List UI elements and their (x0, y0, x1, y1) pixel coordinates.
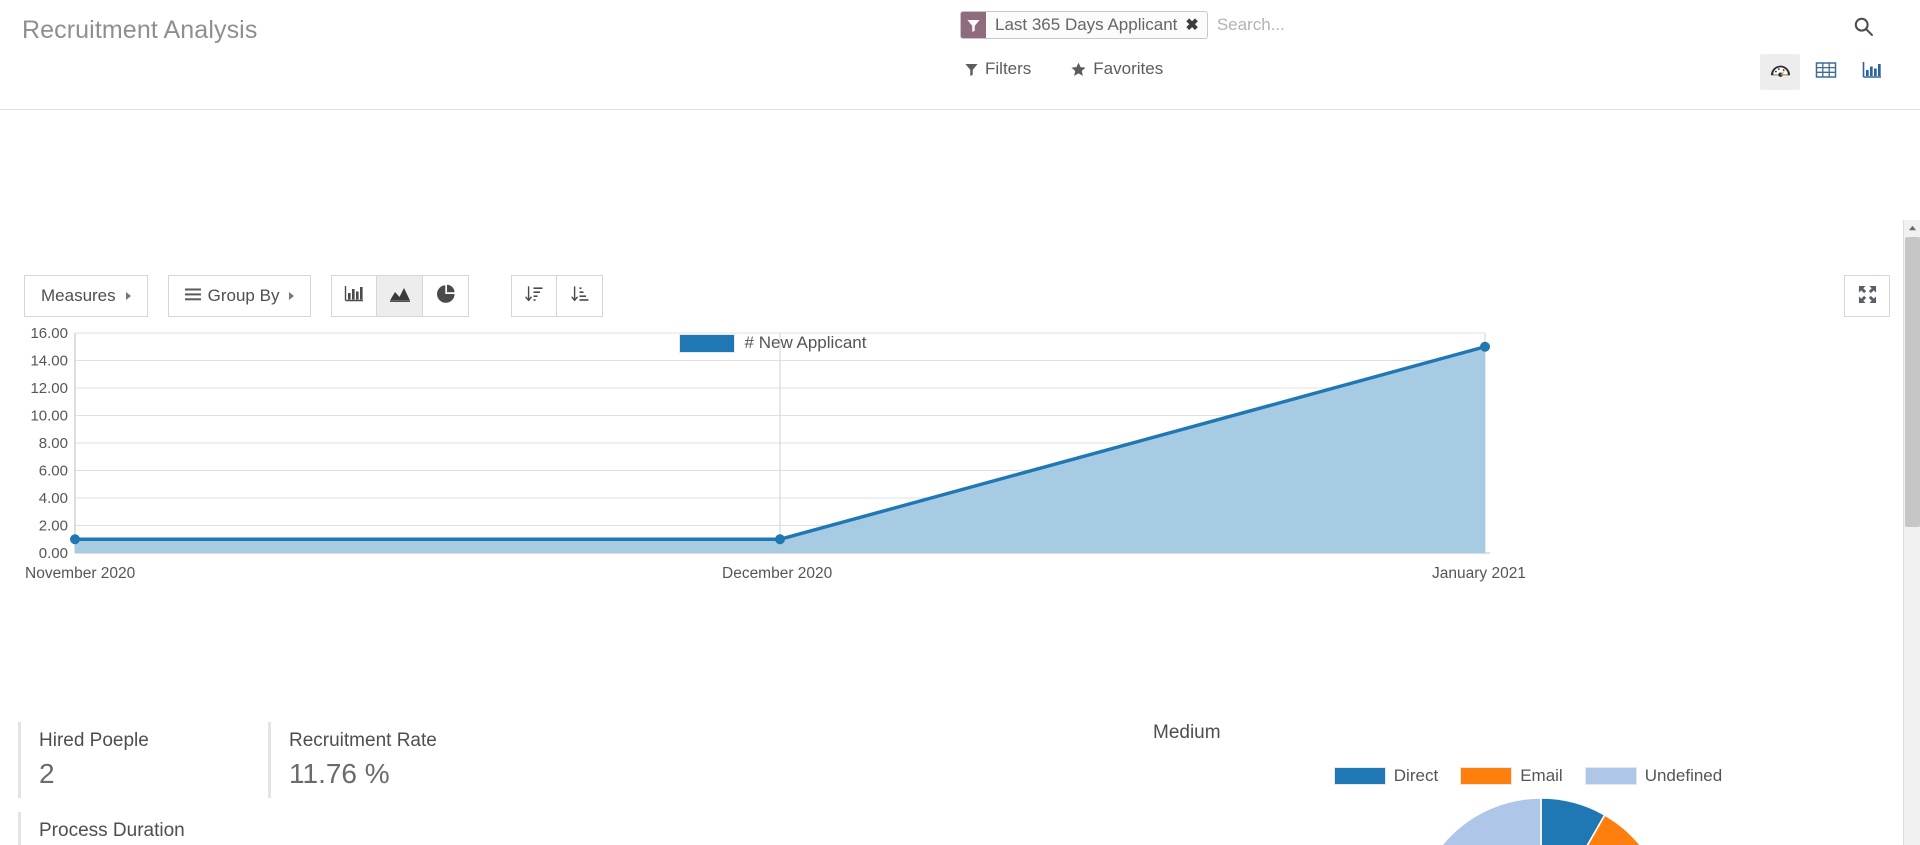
kpi-value: 2 (39, 758, 55, 789)
legend-label-email: Email (1520, 766, 1563, 785)
filters-label: Filters (985, 59, 1032, 78)
kpi-title: Hired Poeple (39, 730, 149, 751)
close-icon[interactable]: ✖ (1183, 12, 1206, 38)
kpi-hired-people: Hired Poeple 2 (18, 722, 268, 798)
page-title: Recruitment Analysis (22, 16, 258, 44)
favorites-dropdown[interactable]: Favorites (1066, 56, 1168, 82)
x-axis-tick-labels: November 2020 December 2020 January 2021 (25, 565, 1526, 582)
sort-descending-button[interactable] (511, 275, 558, 317)
legend-swatch-email (1460, 767, 1513, 785)
kpi-row-2: Process Duration 8.79 weeks (0, 812, 1150, 845)
group-by-label: Group By (207, 286, 280, 305)
bar-chart-icon (1861, 59, 1883, 86)
search-input[interactable] (1207, 15, 1885, 35)
chevron-right-icon (125, 292, 131, 300)
kpi-section: Hired Poeple 2 Recruitment Rate 11.76 % … (0, 722, 1150, 845)
area-chart: # New Applicant 16.00 14.00 12.00 10.00 … (0, 328, 1545, 603)
star-icon (1071, 62, 1086, 76)
pie-chart-icon (436, 284, 456, 309)
group-by-button[interactable]: Group By (167, 275, 312, 317)
scrollbar-thumb[interactable] (1905, 237, 1920, 527)
kpi-title: Recruitment Rate (289, 730, 437, 751)
measures-button[interactable]: Measures (24, 275, 148, 317)
search-facet-label: Last 365 Days Applicant (995, 15, 1178, 34)
svg-text:0.00: 0.00 (39, 545, 68, 562)
search-icon[interactable] (1854, 17, 1873, 41)
expand-arrows-icon (1858, 285, 1877, 307)
expand-button[interactable] (1844, 275, 1890, 317)
kpi-process-duration: Process Duration 8.79 weeks (18, 812, 268, 845)
pie-chart-legend: Direct Email Undefined (1150, 766, 1920, 786)
data-point-january-2021[interactable] (1480, 341, 1490, 352)
area-chart-icon (389, 285, 411, 308)
scroll-up-icon[interactable] (1904, 220, 1920, 237)
view-button-dashboard[interactable] (1760, 54, 1800, 90)
bar-chart-icon (344, 285, 364, 308)
pie-chart-canvas-wrap (1150, 796, 1920, 845)
svg-text:12.00: 12.00 (30, 380, 68, 397)
hamburger-icon (184, 286, 201, 306)
x-tick-label-1: December 2020 (722, 565, 833, 582)
svg-text:16.00: 16.00 (30, 328, 68, 342)
chevron-right-icon (289, 292, 295, 300)
kpi-row-1: Hired Poeple 2 Recruitment Rate 11.76 % (0, 722, 1150, 812)
dashboard-gauge-icon (1769, 58, 1792, 86)
kpi-recruitment-rate: Recruitment Rate 11.76 % (268, 722, 568, 798)
legend-swatch-undefined (1584, 767, 1637, 785)
dashboard-content: Measures Group By # New Applicant 16.00 … (0, 110, 1920, 845)
legend-item-email[interactable]: Email (1460, 766, 1563, 786)
svg-text:8.00: 8.00 (39, 435, 68, 452)
view-switcher (1760, 54, 1892, 90)
favorites-label: Favorites (1093, 59, 1164, 78)
svg-text:10.00: 10.00 (30, 408, 68, 425)
legend-item-direct[interactable]: Direct (1333, 766, 1439, 786)
search-facet-last-365-days-applicant[interactable]: Last 365 Days Applicant ✖ (960, 11, 1208, 39)
data-point-november-2020[interactable] (70, 534, 80, 545)
group-by-group: Group By (167, 275, 312, 317)
vertical-scrollbar[interactable] (1903, 220, 1920, 845)
filter-menus: Filters Favorites (960, 56, 1168, 82)
legend-label-undefined: Undefined (1644, 766, 1723, 785)
sort-descending-icon (524, 284, 544, 309)
pie-chart-canvas (1440, 797, 1642, 845)
x-tick-label-0: November 2020 (25, 565, 136, 582)
chart-type-bar-button[interactable] (331, 275, 378, 317)
measures-group: Measures (24, 275, 148, 317)
sort-ascending-icon (570, 284, 590, 309)
svg-text:2.00: 2.00 (39, 518, 68, 535)
chart-type-pie-button[interactable] (423, 275, 470, 317)
chart-type-area-button[interactable] (377, 275, 424, 317)
legend-item-undefined[interactable]: Undefined (1584, 766, 1723, 786)
filter-funnel-icon (961, 12, 986, 38)
y-axis-tick-labels: 16.00 14.00 12.00 10.00 8.00 6.00 4.00 2… (30, 328, 68, 562)
control-panel: Recruitment Analysis Last 365 Days Appli… (0, 0, 1920, 110)
table-grid-icon (1815, 59, 1837, 86)
svg-text:4.00: 4.00 (39, 490, 68, 507)
svg-text:6.00: 6.00 (39, 463, 68, 480)
kpi-title: Process Duration (39, 820, 185, 841)
view-button-graph[interactable] (1852, 54, 1892, 90)
legend-swatch-direct (1333, 767, 1386, 785)
pie-chart-title: Medium (1153, 722, 1221, 743)
graph-control-bar: Measures Group By (24, 275, 623, 317)
measures-label: Measures (41, 286, 116, 305)
legend-label-direct: Direct (1393, 766, 1439, 785)
area-chart-canvas: 16.00 14.00 12.00 10.00 8.00 6.00 4.00 2… (25, 328, 1526, 582)
search-view: Last 365 Days Applicant ✖ (960, 8, 1885, 42)
chart-type-group (331, 275, 470, 317)
view-button-pivot[interactable] (1806, 54, 1846, 90)
kpi-value: 11.76 % (289, 758, 390, 789)
x-tick-label-2: January 2021 (1432, 565, 1526, 582)
svg-text:14.00: 14.00 (30, 353, 68, 370)
data-point-december-2020[interactable] (775, 534, 785, 545)
filter-funnel-icon (965, 63, 978, 76)
pie-chart-section: Medium Direct Email Undefined (1150, 722, 1920, 845)
sort-ascending-button[interactable] (557, 275, 604, 317)
filters-dropdown[interactable]: Filters (960, 56, 1036, 82)
sort-group (511, 275, 604, 317)
